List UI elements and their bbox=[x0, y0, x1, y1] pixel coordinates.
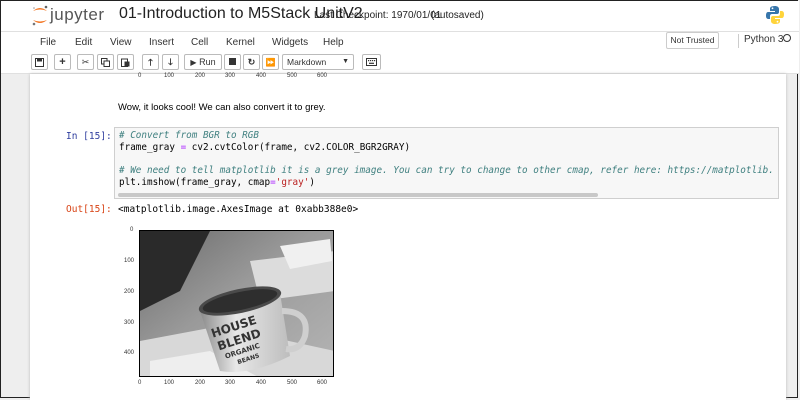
stop-icon bbox=[229, 58, 236, 65]
menu-view[interactable]: View bbox=[110, 37, 132, 48]
x-tick-label: 400 bbox=[256, 380, 267, 386]
code-string: 'gray' bbox=[275, 177, 310, 188]
code-cell-editor[interactable]: # Convert from BGR to RGB frame_gray = c… bbox=[114, 127, 779, 199]
y-tick-label: 400 bbox=[124, 350, 135, 356]
run-button[interactable]: ▶ Run bbox=[184, 54, 222, 70]
grayscale-image-plot: HOUSE BLEND ORGANIC BEANS bbox=[139, 230, 334, 377]
x-tick-label: 200 bbox=[195, 380, 206, 386]
output-prompt: Out[15]: bbox=[66, 204, 112, 215]
kernel-status-icon bbox=[783, 34, 791, 42]
y-tick-label: 100 bbox=[124, 258, 135, 264]
arrow-up-icon: 🡑 bbox=[148, 57, 153, 67]
restart-run-all-button[interactable]: ⏩ bbox=[262, 54, 279, 70]
axis-tick-label: 200 bbox=[195, 73, 206, 79]
menu-edit[interactable]: Edit bbox=[75, 37, 92, 48]
save-button[interactable] bbox=[31, 54, 48, 70]
x-tick-label: 600 bbox=[317, 380, 328, 386]
x-tick-label: 500 bbox=[287, 380, 298, 386]
trust-status-button[interactable]: Not Trusted bbox=[666, 32, 719, 49]
x-tick-label: 0 bbox=[138, 380, 142, 386]
kernel-separator bbox=[738, 34, 739, 48]
cell-type-select[interactable]: Markdown ▼ bbox=[282, 54, 354, 70]
x-tick-label: 300 bbox=[225, 380, 236, 386]
copy-button[interactable] bbox=[97, 54, 114, 70]
x-tick-label: 100 bbox=[164, 380, 175, 386]
keyboard-icon bbox=[366, 58, 377, 66]
header: jupyter 01-Introduction to M5Stack UnitV… bbox=[1, 1, 799, 31]
save-icon bbox=[35, 58, 44, 67]
python-logo-icon bbox=[766, 6, 784, 24]
menu-cell[interactable]: Cell bbox=[191, 37, 208, 48]
toolbar: + ✂ 🡑 🡓 ▶ Run ↻ ⏩ bbox=[1, 53, 799, 74]
plus-icon: + bbox=[59, 56, 66, 68]
y-tick-label: 0 bbox=[130, 227, 134, 233]
menu-insert[interactable]: Insert bbox=[149, 37, 174, 48]
menu-kernel[interactable]: Kernel bbox=[226, 37, 255, 48]
play-icon: ▶ bbox=[190, 58, 197, 67]
restart-button[interactable]: ↻ bbox=[243, 54, 260, 70]
y-tick-label: 300 bbox=[124, 320, 135, 326]
paste-button[interactable] bbox=[117, 54, 134, 70]
code-text: ) bbox=[309, 177, 315, 188]
output-text: <matplotlib.image.AxesImage at 0xabb388e… bbox=[118, 204, 359, 215]
copy-icon bbox=[101, 58, 110, 67]
chevron-down-icon: ▼ bbox=[342, 58, 349, 65]
code-text: plt.imshow(frame_gray, cmap bbox=[119, 177, 271, 188]
cut-button[interactable]: ✂ bbox=[77, 54, 94, 70]
jupyter-logo-icon[interactable] bbox=[31, 5, 49, 27]
cell-type-value: Markdown bbox=[287, 57, 327, 67]
code-comment: # Convert from BGR to RGB bbox=[119, 130, 259, 141]
insert-cell-button[interactable]: + bbox=[54, 54, 71, 70]
move-up-button[interactable]: 🡑 bbox=[142, 54, 159, 70]
y-tick-label: 200 bbox=[124, 289, 135, 295]
kernel-name[interactable]: Python 3 bbox=[744, 34, 783, 45]
move-down-button[interactable]: 🡓 bbox=[162, 54, 179, 70]
code-text: frame_gray bbox=[119, 142, 181, 153]
axis-tick-label: 300 bbox=[225, 73, 236, 79]
axis-tick-label: 400 bbox=[256, 73, 267, 79]
code-horizontal-scrollbar[interactable] bbox=[118, 193, 598, 197]
fast-forward-icon: ⏩ bbox=[265, 58, 276, 67]
menu-help[interactable]: Help bbox=[323, 37, 344, 48]
axis-tick-label: 600 bbox=[317, 73, 328, 79]
paste-icon bbox=[121, 58, 130, 67]
menu-widgets[interactable]: Widgets bbox=[272, 37, 308, 48]
input-prompt: In [15]: bbox=[66, 131, 112, 142]
run-label: Run bbox=[199, 57, 216, 67]
autosave-status: (autosaved) bbox=[431, 10, 484, 21]
arrow-down-icon: 🡓 bbox=[168, 57, 173, 67]
code-text: cv2.cvtColor(frame, cv2.COLOR_BGR2GRAY) bbox=[186, 142, 411, 153]
code-comment: # We need to tell matplotlib it is a gre… bbox=[119, 165, 774, 176]
axis-tick-label: 100 bbox=[164, 73, 175, 79]
axis-tick-label: 500 bbox=[287, 73, 298, 79]
restart-icon: ↻ bbox=[247, 57, 256, 67]
last-checkpoint: Last Checkpoint: 1970/01/01 bbox=[314, 10, 442, 21]
menu-file[interactable]: File bbox=[40, 37, 56, 48]
scissors-icon: ✂ bbox=[81, 57, 90, 67]
markdown-cell-text[interactable]: Wow, it looks cool! We can also convert … bbox=[118, 102, 326, 113]
axis-tick-label: 0 bbox=[138, 73, 142, 79]
jupyter-brand[interactable]: jupyter bbox=[50, 5, 105, 25]
interrupt-button[interactable] bbox=[224, 54, 241, 70]
command-palette-button[interactable] bbox=[362, 54, 381, 70]
mug-photo: HOUSE BLEND ORGANIC BEANS bbox=[140, 231, 333, 376]
